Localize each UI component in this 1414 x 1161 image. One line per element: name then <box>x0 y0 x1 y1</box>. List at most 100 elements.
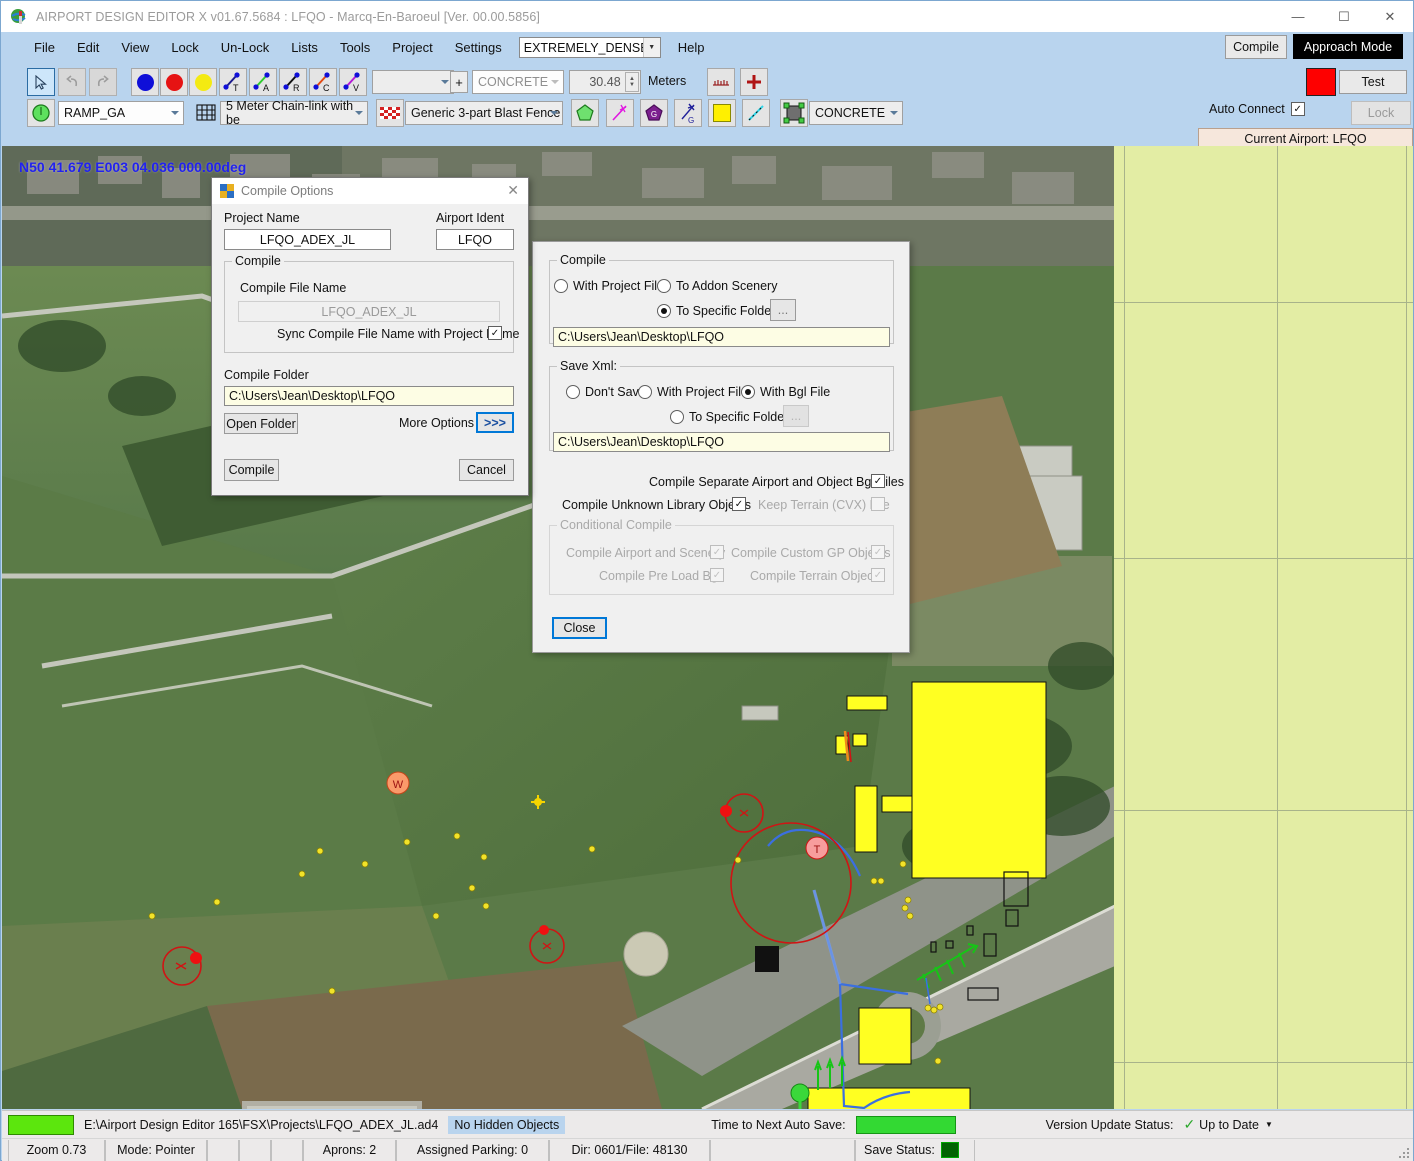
gp-object-button[interactable]: G <box>640 99 668 127</box>
maximize-button[interactable]: ☐ <box>1321 1 1367 32</box>
auto-connect-checkbox[interactable]: ✓ <box>1290 102 1305 116</box>
empty-combo[interactable] <box>372 70 454 94</box>
fence-grid-icon <box>196 104 216 121</box>
minimize-button[interactable]: — <box>1275 1 1321 32</box>
header-action-buttons: Compile Approach Mode <box>1225 34 1403 59</box>
auto-connect-control[interactable]: Auto Connect ✓ <box>1209 102 1305 116</box>
compile-folder-input[interactable]: C:\Users\Jean\Desktop\LFQO <box>224 386 514 406</box>
menu-view[interactable]: View <box>110 37 160 58</box>
open-folder-button[interactable]: Open Folder <box>224 413 298 434</box>
ruler-button[interactable] <box>707 68 735 96</box>
savexml-path-input[interactable]: C:\Users\Jean\Desktop\LFQO <box>553 432 890 452</box>
close-options-button[interactable]: Close <box>552 617 607 639</box>
magenta-vector-button[interactable] <box>606 99 634 127</box>
dashed-line-button[interactable] <box>742 99 770 127</box>
link-runway-button[interactable]: R <box>279 68 307 96</box>
fence-type-combo[interactable]: 5 Meter Chain-link with be <box>220 99 368 127</box>
menu-tools[interactable]: Tools <box>329 37 381 58</box>
cond-preload-bgl-label: Compile Pre Load Bgl <box>599 569 721 583</box>
radio-to-specific-folder-xml[interactable] <box>670 410 684 424</box>
autosave-progress <box>855 1115 956 1134</box>
chevron-down-icon[interactable]: ▼ <box>642 38 660 57</box>
menu-unlock[interactable]: Un-Lock <box>210 37 280 58</box>
status-bar-top: E:\Airport Design Editor 165\FSX\Project… <box>2 1110 1413 1138</box>
autosave-label: Time to Next Auto Save: <box>711 1117 846 1132</box>
width-stepper[interactable]: 30.48 ▲ ▼ <box>569 70 641 94</box>
parking-button[interactable] <box>27 99 55 127</box>
density-combo[interactable]: EXTREMELY_DENSE ▼ <box>518 37 661 58</box>
link-runway-icon: R <box>283 72 300 93</box>
cancel-button[interactable]: Cancel <box>459 459 514 481</box>
menu-help[interactable]: Help <box>667 37 716 58</box>
link-vehicle-button[interactable]: V <box>339 68 367 96</box>
compile-button[interactable]: Compile <box>224 459 279 481</box>
lock-button[interactable]: Lock <box>1351 101 1411 125</box>
resize-grip-icon[interactable] <box>1398 1147 1410 1159</box>
separate-bgl-checkbox[interactable]: ✓ <box>871 474 885 488</box>
grid-panel <box>1114 146 1413 1109</box>
undo-button[interactable] <box>58 68 86 96</box>
chevron-down-icon <box>441 80 449 84</box>
menu-project[interactable]: Project <box>381 37 443 58</box>
compile-folder-label: Compile Folder <box>224 368 309 382</box>
g-vector-button[interactable]: G <box>674 99 702 127</box>
menu-edit[interactable]: Edit <box>66 37 110 58</box>
sync-checkbox[interactable]: ✓ <box>488 326 502 340</box>
link-taxiway-button[interactable]: T <box>219 68 247 96</box>
menu-lists[interactable]: Lists <box>280 37 329 58</box>
radio-to-specific-folder-compile[interactable] <box>657 304 671 318</box>
fence-grid-button[interactable] <box>192 99 220 127</box>
wind-marker-label: W <box>393 779 404 791</box>
redo-button[interactable] <box>89 68 117 96</box>
menu-settings[interactable]: Settings <box>444 37 513 58</box>
compile-path-input[interactable]: C:\Users\Jean\Desktop\LFQO <box>553 327 890 347</box>
title-bar: AIRPORT DESIGN EDITOR X v01.67.5684 : LF… <box>1 1 1413 32</box>
red-node-button[interactable] <box>160 68 188 96</box>
link-closed-button[interactable]: C <box>309 68 337 96</box>
close-icon[interactable]: ✕ <box>507 182 519 199</box>
chevron-down-icon[interactable]: ▼ <box>1265 1120 1273 1129</box>
yellow-area-button[interactable] <box>708 99 736 127</box>
label-to-specific-folder-xml: To Specific Folder <box>689 410 789 424</box>
unknown-lib-checkbox[interactable]: ✓ <box>732 497 746 511</box>
stepper-arrows-icon[interactable]: ▲ ▼ <box>625 72 639 92</box>
test-button[interactable]: Test <box>1339 70 1407 94</box>
svg-text:T: T <box>233 83 239 93</box>
select-box-button[interactable] <box>780 99 808 127</box>
radio-with-bgl-file[interactable] <box>741 385 755 399</box>
cond-terrain-objects-checkbox: ✓ <box>871 568 885 582</box>
surface-combo[interactable]: CONCRETE <box>472 70 564 94</box>
svg-text:C: C <box>323 83 330 93</box>
dashed-line-icon <box>748 105 764 121</box>
compile-browse-button[interactable]: ... <box>770 299 796 321</box>
menu-file[interactable]: File <box>23 37 66 58</box>
label-to-specific-folder-compile: To Specific Folder <box>676 304 776 318</box>
radio-with-project-file-xml[interactable] <box>638 385 652 399</box>
airport-ident-input[interactable]: LFQO <box>436 229 514 250</box>
radio-to-addon-scenery[interactable] <box>657 279 671 293</box>
radio-with-project-file[interactable] <box>554 279 568 293</box>
blast-fence-combo[interactable]: Generic 3-part Blast Fence <box>405 101 563 125</box>
menu-lock[interactable]: Lock <box>160 37 209 58</box>
yellow-node-button[interactable] <box>189 68 217 96</box>
color-swatch[interactable] <box>1306 68 1336 96</box>
compile-button-header[interactable]: Compile <box>1225 34 1287 59</box>
project-name-input[interactable]: LFQO_ADEX_JL <box>224 229 391 250</box>
add-button[interactable]: + <box>450 71 468 93</box>
select-box-icon <box>783 102 805 124</box>
more-options-button[interactable]: >>> <box>476 412 514 433</box>
pointer-tool-button[interactable] <box>27 68 55 96</box>
unknown-lib-label: Compile Unknown Library Objects <box>562 498 751 512</box>
polygon-button[interactable] <box>571 99 599 127</box>
label-dont-save: Don't Save <box>585 385 646 399</box>
radio-dont-save[interactable] <box>566 385 580 399</box>
approach-mode-button[interactable]: Approach Mode <box>1293 34 1403 59</box>
blast-fence-button[interactable] <box>376 99 404 127</box>
close-button[interactable]: ✕ <box>1367 1 1413 32</box>
crosshair-button[interactable] <box>740 68 768 96</box>
parking-type-combo[interactable]: RAMP_GA <box>58 101 184 125</box>
material-combo[interactable]: CONCRETE <box>809 101 903 125</box>
link-apron-button[interactable]: A <box>249 68 277 96</box>
chevron-down-icon <box>355 111 363 115</box>
blue-node-button[interactable] <box>131 68 159 96</box>
